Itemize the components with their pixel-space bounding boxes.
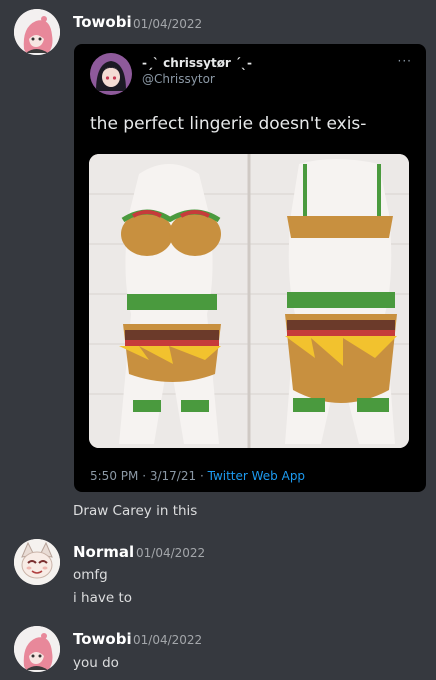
tweet-display-name[interactable]: -ˏˋ chrissytør ˊˎ- (142, 56, 252, 70)
timestamp: 01/04/2022 (133, 17, 203, 31)
avatar-normal[interactable] (14, 539, 60, 585)
avatar-towobi[interactable] (14, 626, 60, 672)
username[interactable]: Normal (73, 543, 134, 561)
username[interactable]: Towobi (73, 630, 132, 648)
message-2: Normal 01/04/2022 omfg i have to (0, 535, 436, 615)
tweet-image[interactable] (89, 154, 409, 448)
tweet-handle[interactable]: @Chrissytor (142, 72, 215, 86)
message-text: you do (73, 655, 119, 671)
message-text: i have to (73, 590, 133, 606)
tweet-date[interactable]: 3/17/21 (150, 469, 196, 483)
tweet-time: 5:50 PM (90, 469, 139, 483)
tweet-source-link[interactable]: Twitter Web App (208, 469, 305, 483)
message-3: Towobi 01/04/2022 you do (0, 620, 436, 680)
more-options-icon[interactable]: ··· (398, 54, 412, 68)
separator: · (199, 469, 204, 483)
separator: · (142, 469, 147, 483)
message-text: Draw Carey in this (73, 503, 198, 519)
timestamp: 01/04/2022 (136, 546, 206, 560)
avatar-towobi[interactable] (14, 9, 60, 55)
tweet-footer: 5:50 PM · 3/17/21 · Twitter Web App (90, 469, 305, 483)
tweet-embed[interactable]: -ˏˋ chrissytør ˊˎ- @Chrissytor ··· the p… (74, 44, 426, 492)
message-text: omfg (73, 567, 108, 583)
username[interactable]: Towobi (73, 13, 132, 31)
message-1: Towobi 01/04/2022 -ˏˋ chrissytør ˊˎ- @Ch… (0, 0, 436, 520)
tweet-text: the perfect lingerie doesn't exis- (90, 114, 367, 134)
tweet-author-avatar[interactable] (90, 53, 132, 95)
timestamp: 01/04/2022 (133, 633, 203, 647)
